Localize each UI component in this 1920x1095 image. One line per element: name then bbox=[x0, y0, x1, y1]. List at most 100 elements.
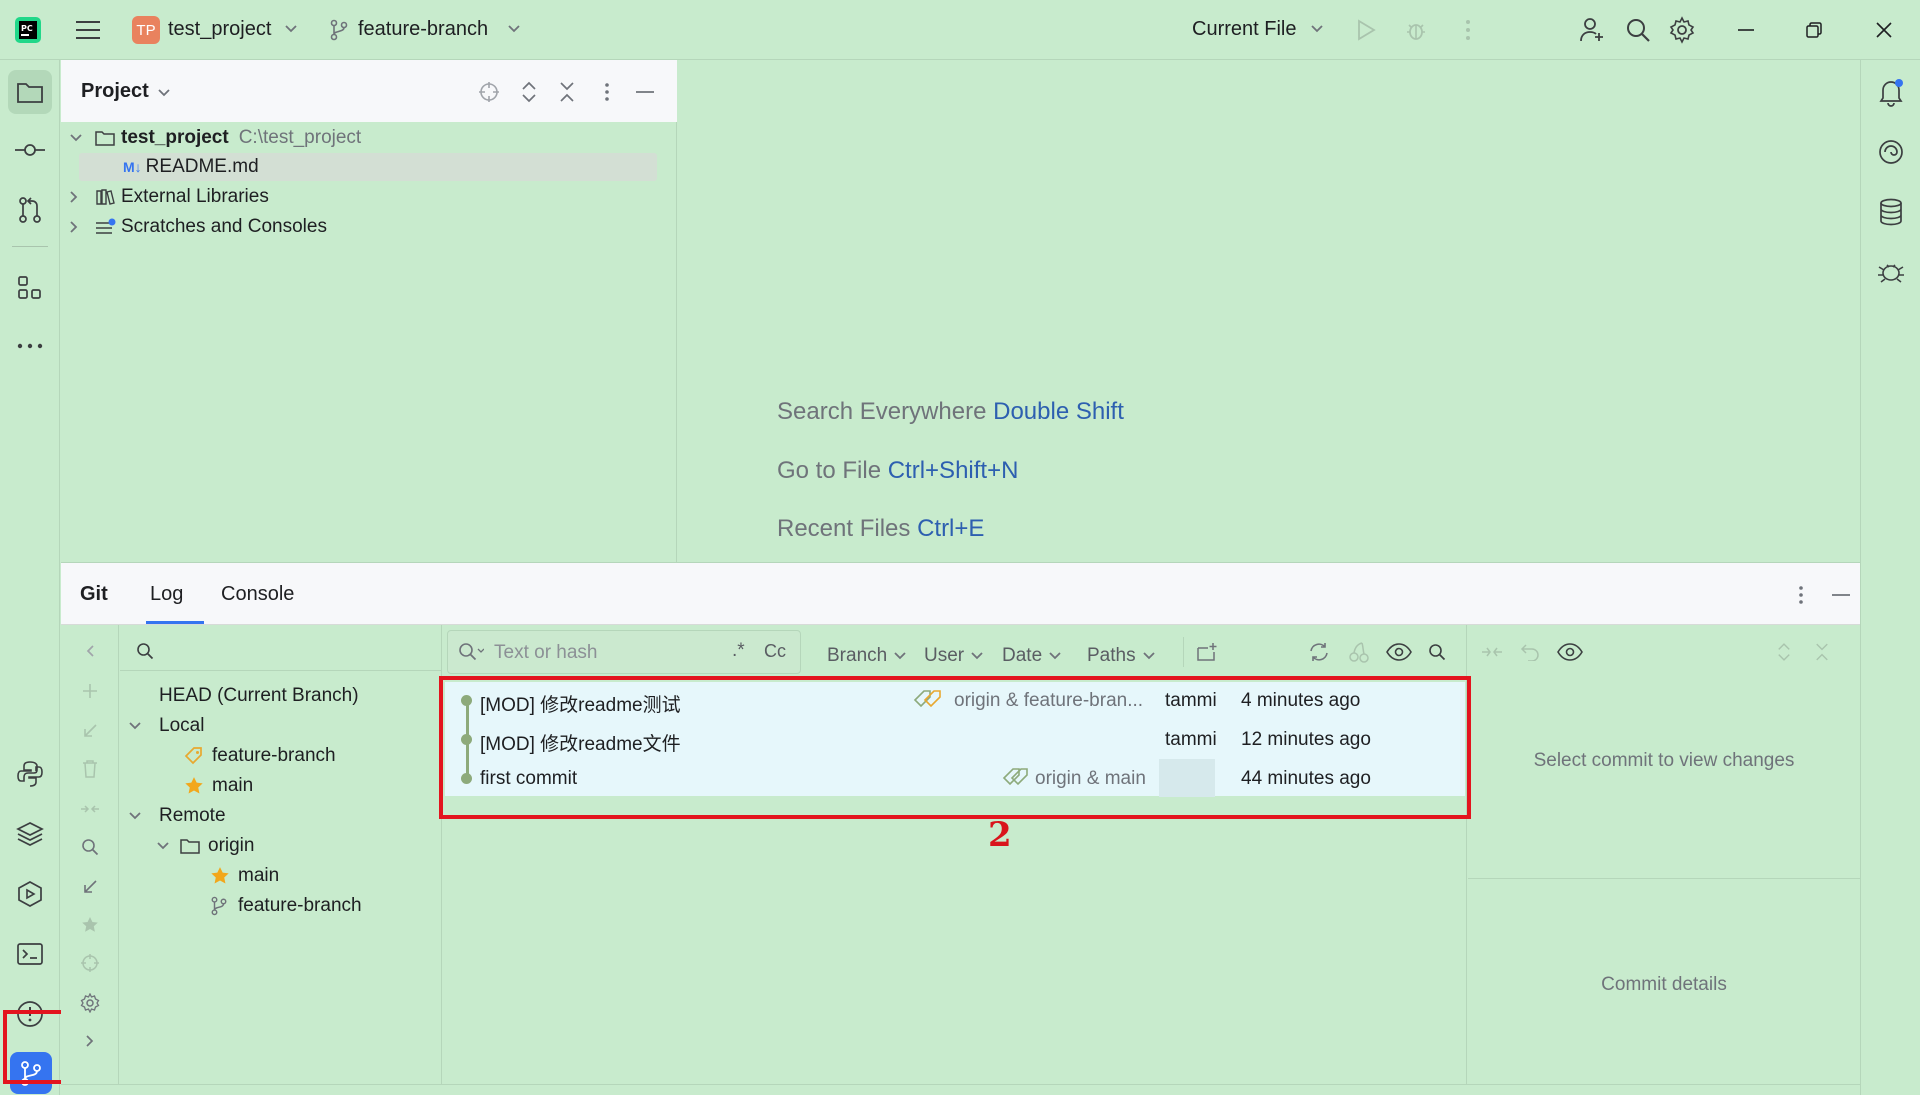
chevron-down-icon[interactable] bbox=[128, 811, 152, 821]
project-folder-icon[interactable] bbox=[8, 70, 52, 114]
refresh-icon[interactable] bbox=[1303, 637, 1335, 667]
filter-label: Paths bbox=[1087, 645, 1136, 666]
hint-label: Search Everywhere bbox=[777, 398, 987, 425]
minimize-window-icon[interactable] bbox=[1730, 14, 1762, 46]
more-actions-icon[interactable] bbox=[1454, 16, 1482, 44]
branch-head[interactable]: HEAD (Current Branch) bbox=[159, 681, 359, 711]
sciview-icon[interactable] bbox=[1871, 252, 1911, 292]
tree-root-row[interactable]: test_project C:\test_project bbox=[69, 123, 361, 153]
regex-toggle[interactable]: .* bbox=[732, 640, 745, 662]
search-icon[interactable] bbox=[132, 637, 158, 665]
branch-local-feature[interactable]: feature-branch bbox=[184, 741, 336, 771]
branch-name[interactable]: feature-branch bbox=[358, 18, 488, 41]
external-libraries-row[interactable]: External Libraries bbox=[69, 182, 269, 212]
chevron-down-icon[interactable] bbox=[128, 721, 152, 731]
add-user-icon[interactable] bbox=[1576, 14, 1608, 46]
separator bbox=[1183, 637, 1184, 667]
delete-icon[interactable] bbox=[75, 755, 105, 783]
branch-remote-feature[interactable]: feature-branch bbox=[210, 891, 362, 921]
cherry-pick-icon[interactable] bbox=[1343, 637, 1375, 667]
scratches-label: Scratches and Consoles bbox=[121, 216, 327, 237]
branch-label: main bbox=[212, 775, 254, 796]
star-icon bbox=[210, 866, 238, 886]
run-icon[interactable] bbox=[1352, 16, 1380, 44]
run-config-selector[interactable]: Current File bbox=[1192, 18, 1296, 41]
search-icon[interactable] bbox=[75, 833, 105, 861]
filter-user[interactable]: User bbox=[924, 645, 984, 667]
fetch-icon[interactable] bbox=[75, 873, 105, 901]
debug-icon[interactable] bbox=[1402, 16, 1430, 44]
tab-console[interactable]: Console bbox=[221, 583, 294, 606]
ai-assistant-icon[interactable] bbox=[1871, 132, 1911, 172]
locate-file-icon[interactable] bbox=[475, 78, 503, 106]
chevron-down-icon[interactable] bbox=[156, 841, 180, 851]
search-icon[interactable] bbox=[1622, 14, 1654, 46]
project-badge[interactable]: TP bbox=[132, 16, 160, 44]
commit-icon[interactable] bbox=[8, 128, 52, 172]
branch-group-local[interactable]: Local bbox=[128, 711, 204, 741]
filter-paths[interactable]: Paths bbox=[1087, 645, 1156, 667]
readme-file-row[interactable]: M↓ README.md bbox=[123, 152, 259, 182]
python-packages-icon[interactable] bbox=[8, 752, 52, 796]
close-window-icon[interactable] bbox=[1868, 14, 1900, 46]
search-history-icon[interactable] bbox=[458, 642, 484, 662]
services-icon[interactable] bbox=[8, 872, 52, 916]
notifications-bell-icon[interactable] bbox=[1871, 72, 1911, 112]
chevron-right-icon[interactable] bbox=[75, 1027, 105, 1055]
chevron-down-icon[interactable] bbox=[69, 133, 91, 143]
chevron-right-icon[interactable] bbox=[69, 220, 91, 234]
expand-all-icon[interactable] bbox=[515, 78, 543, 106]
chevron-left-icon[interactable] bbox=[75, 637, 105, 665]
layers-icon[interactable] bbox=[8, 812, 52, 856]
navigate-icon[interactable] bbox=[75, 949, 105, 977]
annotation-box-2 bbox=[439, 676, 1471, 819]
terminal-icon[interactable] bbox=[8, 932, 52, 976]
collapse-all-icon[interactable] bbox=[553, 78, 581, 106]
revert-icon[interactable] bbox=[1514, 637, 1546, 667]
filter-date[interactable]: Date bbox=[1002, 645, 1062, 667]
branch-local-main[interactable]: main bbox=[184, 771, 253, 801]
settings-gear-icon[interactable] bbox=[75, 989, 105, 1017]
chevron-right-icon[interactable] bbox=[69, 190, 91, 204]
compare-icon[interactable] bbox=[75, 795, 105, 823]
scratches-row[interactable]: Scratches and Consoles bbox=[69, 212, 327, 242]
more-tools-icon[interactable] bbox=[8, 324, 52, 368]
settings-gear-icon[interactable] bbox=[1666, 14, 1698, 46]
update-icon[interactable] bbox=[75, 717, 105, 745]
new-branch-icon[interactable] bbox=[75, 677, 105, 705]
tab-log[interactable]: Log bbox=[150, 583, 183, 606]
branch-group-label: Local bbox=[159, 715, 205, 736]
filter-branch[interactable]: Branch bbox=[827, 645, 907, 667]
search-icon[interactable] bbox=[1421, 637, 1453, 667]
pull-requests-icon[interactable] bbox=[8, 188, 52, 232]
hide-panel-icon[interactable] bbox=[631, 78, 659, 106]
chevron-down-icon[interactable] bbox=[1308, 20, 1326, 38]
project-name[interactable]: test_project bbox=[168, 18, 271, 41]
chevron-down-icon[interactable] bbox=[155, 84, 173, 102]
database-icon[interactable] bbox=[1871, 192, 1911, 232]
eye-icon[interactable] bbox=[1554, 637, 1586, 667]
options-menu-icon[interactable] bbox=[1787, 581, 1815, 609]
collapse-all-icon[interactable] bbox=[1806, 637, 1838, 667]
options-menu-icon[interactable] bbox=[593, 78, 621, 106]
eye-icon[interactable] bbox=[1383, 637, 1415, 667]
chevron-down-icon[interactable] bbox=[505, 20, 523, 38]
status-bar bbox=[61, 1084, 1860, 1095]
chevron-down-icon[interactable] bbox=[282, 20, 300, 38]
favorite-star-icon[interactable] bbox=[75, 911, 105, 939]
branch-group-remote[interactable]: Remote bbox=[128, 801, 226, 831]
active-tab-indicator bbox=[146, 621, 204, 624]
case-sensitive-toggle[interactable]: Cc bbox=[764, 641, 786, 662]
expand-all-icon[interactable] bbox=[1768, 637, 1800, 667]
new-tab-icon[interactable] bbox=[1191, 637, 1223, 667]
log-search-field[interactable]: Text or hash .* Cc bbox=[447, 630, 801, 674]
branches-toolbar bbox=[61, 625, 119, 1085]
project-panel-title[interactable]: Project bbox=[81, 80, 149, 103]
hide-panel-icon[interactable] bbox=[1827, 581, 1855, 609]
branch-remote-origin[interactable]: origin bbox=[156, 831, 254, 861]
main-menu-icon[interactable] bbox=[72, 14, 104, 46]
compare-icon[interactable] bbox=[1476, 637, 1508, 667]
restore-window-icon[interactable] bbox=[1798, 14, 1830, 46]
structure-icon[interactable] bbox=[8, 266, 52, 310]
branch-remote-main[interactable]: main bbox=[210, 861, 279, 891]
